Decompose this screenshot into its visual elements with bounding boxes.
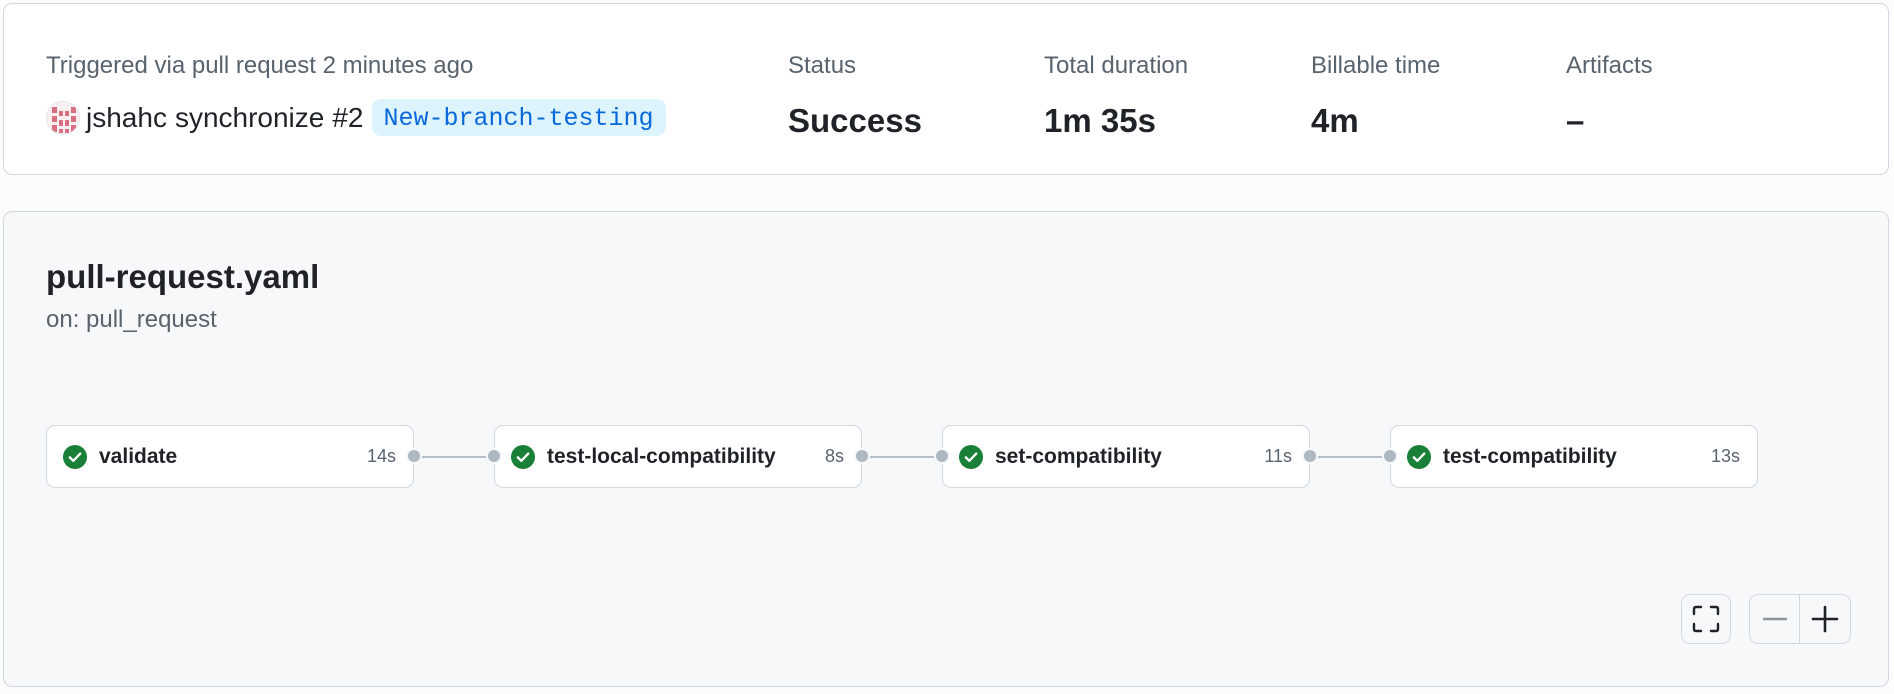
zoom-in-button[interactable] bbox=[1799, 594, 1851, 644]
check-circle-icon bbox=[511, 444, 535, 469]
job-name: set-compatibility bbox=[995, 444, 1162, 468]
total-duration-label: Total duration bbox=[1044, 52, 1189, 79]
job-name: test-compatibility bbox=[1443, 444, 1617, 468]
status-value: Success bbox=[788, 102, 922, 139]
artifacts-label: Artifacts bbox=[1566, 52, 1653, 79]
artifacts-value: – bbox=[1566, 102, 1585, 139]
pull-request-link[interactable]: #2 bbox=[332, 102, 363, 134]
avatar[interactable] bbox=[46, 100, 80, 135]
job-duration: 14s bbox=[366, 446, 396, 466]
total-duration-stat: Total duration 1m 35s bbox=[1044, 52, 1188, 140]
fullscreen-button[interactable] bbox=[1681, 594, 1731, 644]
job-connector bbox=[860, 456, 944, 458]
billable-time-value[interactable]: 4m bbox=[1311, 102, 1440, 140]
job-name: test-local-compatibility bbox=[547, 444, 776, 468]
run-summary-card: Triggered via pull request 2 minutes ago… bbox=[3, 3, 1889, 175]
check-circle-icon bbox=[63, 444, 87, 469]
job-node-test-local-compatibility[interactable]: test-local-compatibility 8s bbox=[494, 425, 862, 488]
job-input-port bbox=[1382, 448, 1398, 464]
job-node-set-compatibility[interactable]: set-compatibility 11s bbox=[942, 425, 1310, 488]
job-name: validate bbox=[99, 444, 178, 468]
status-stat: Status Success bbox=[788, 52, 922, 140]
job-input-port bbox=[934, 448, 950, 464]
job-node-test-compatibility[interactable]: test-compatibility 13s bbox=[1390, 425, 1758, 488]
trigger-label: Triggered via pull request 2 minutes ago bbox=[46, 52, 474, 79]
plus-icon bbox=[1811, 605, 1839, 633]
fullscreen-icon bbox=[1692, 605, 1720, 633]
workflow-file-name: pull-request.yaml bbox=[46, 258, 320, 295]
status-label: Status bbox=[788, 52, 857, 79]
branch-label[interactable]: New-branch-testing bbox=[371, 99, 666, 136]
job-output-port bbox=[406, 448, 422, 464]
trigger-details: jshahc synchronize #2 New-branch-testing bbox=[46, 99, 666, 136]
job-duration: 8s bbox=[824, 446, 844, 466]
job-output-port bbox=[854, 448, 870, 464]
job-connector bbox=[412, 456, 496, 458]
job-connector bbox=[1308, 456, 1392, 458]
actor-link[interactable]: jshahc bbox=[86, 102, 167, 134]
job-duration: 11s bbox=[1264, 446, 1292, 466]
event-name: synchronize bbox=[174, 101, 325, 133]
billable-time-label: Billable time bbox=[1311, 52, 1441, 79]
workflow-trigger: on: pull_request bbox=[46, 306, 217, 333]
artifacts-stat: Artifacts – bbox=[1566, 52, 1653, 140]
check-circle-icon bbox=[959, 444, 983, 469]
job-output-port bbox=[1302, 448, 1318, 464]
identicon-icon bbox=[52, 106, 76, 133]
billable-time-stat: Billable time 4m bbox=[1311, 52, 1440, 140]
job-input-port bbox=[486, 448, 502, 464]
check-circle-icon bbox=[1407, 444, 1431, 469]
job-node-validate[interactable]: validate 14s bbox=[46, 425, 414, 488]
workflow-graph-panel: pull-request.yaml on: pull_request valid… bbox=[3, 211, 1889, 687]
total-duration-value: 1m 35s bbox=[1044, 102, 1156, 139]
minus-icon bbox=[1762, 617, 1788, 621]
zoom-out-button[interactable] bbox=[1749, 594, 1801, 644]
job-duration: 13s bbox=[1710, 446, 1740, 466]
